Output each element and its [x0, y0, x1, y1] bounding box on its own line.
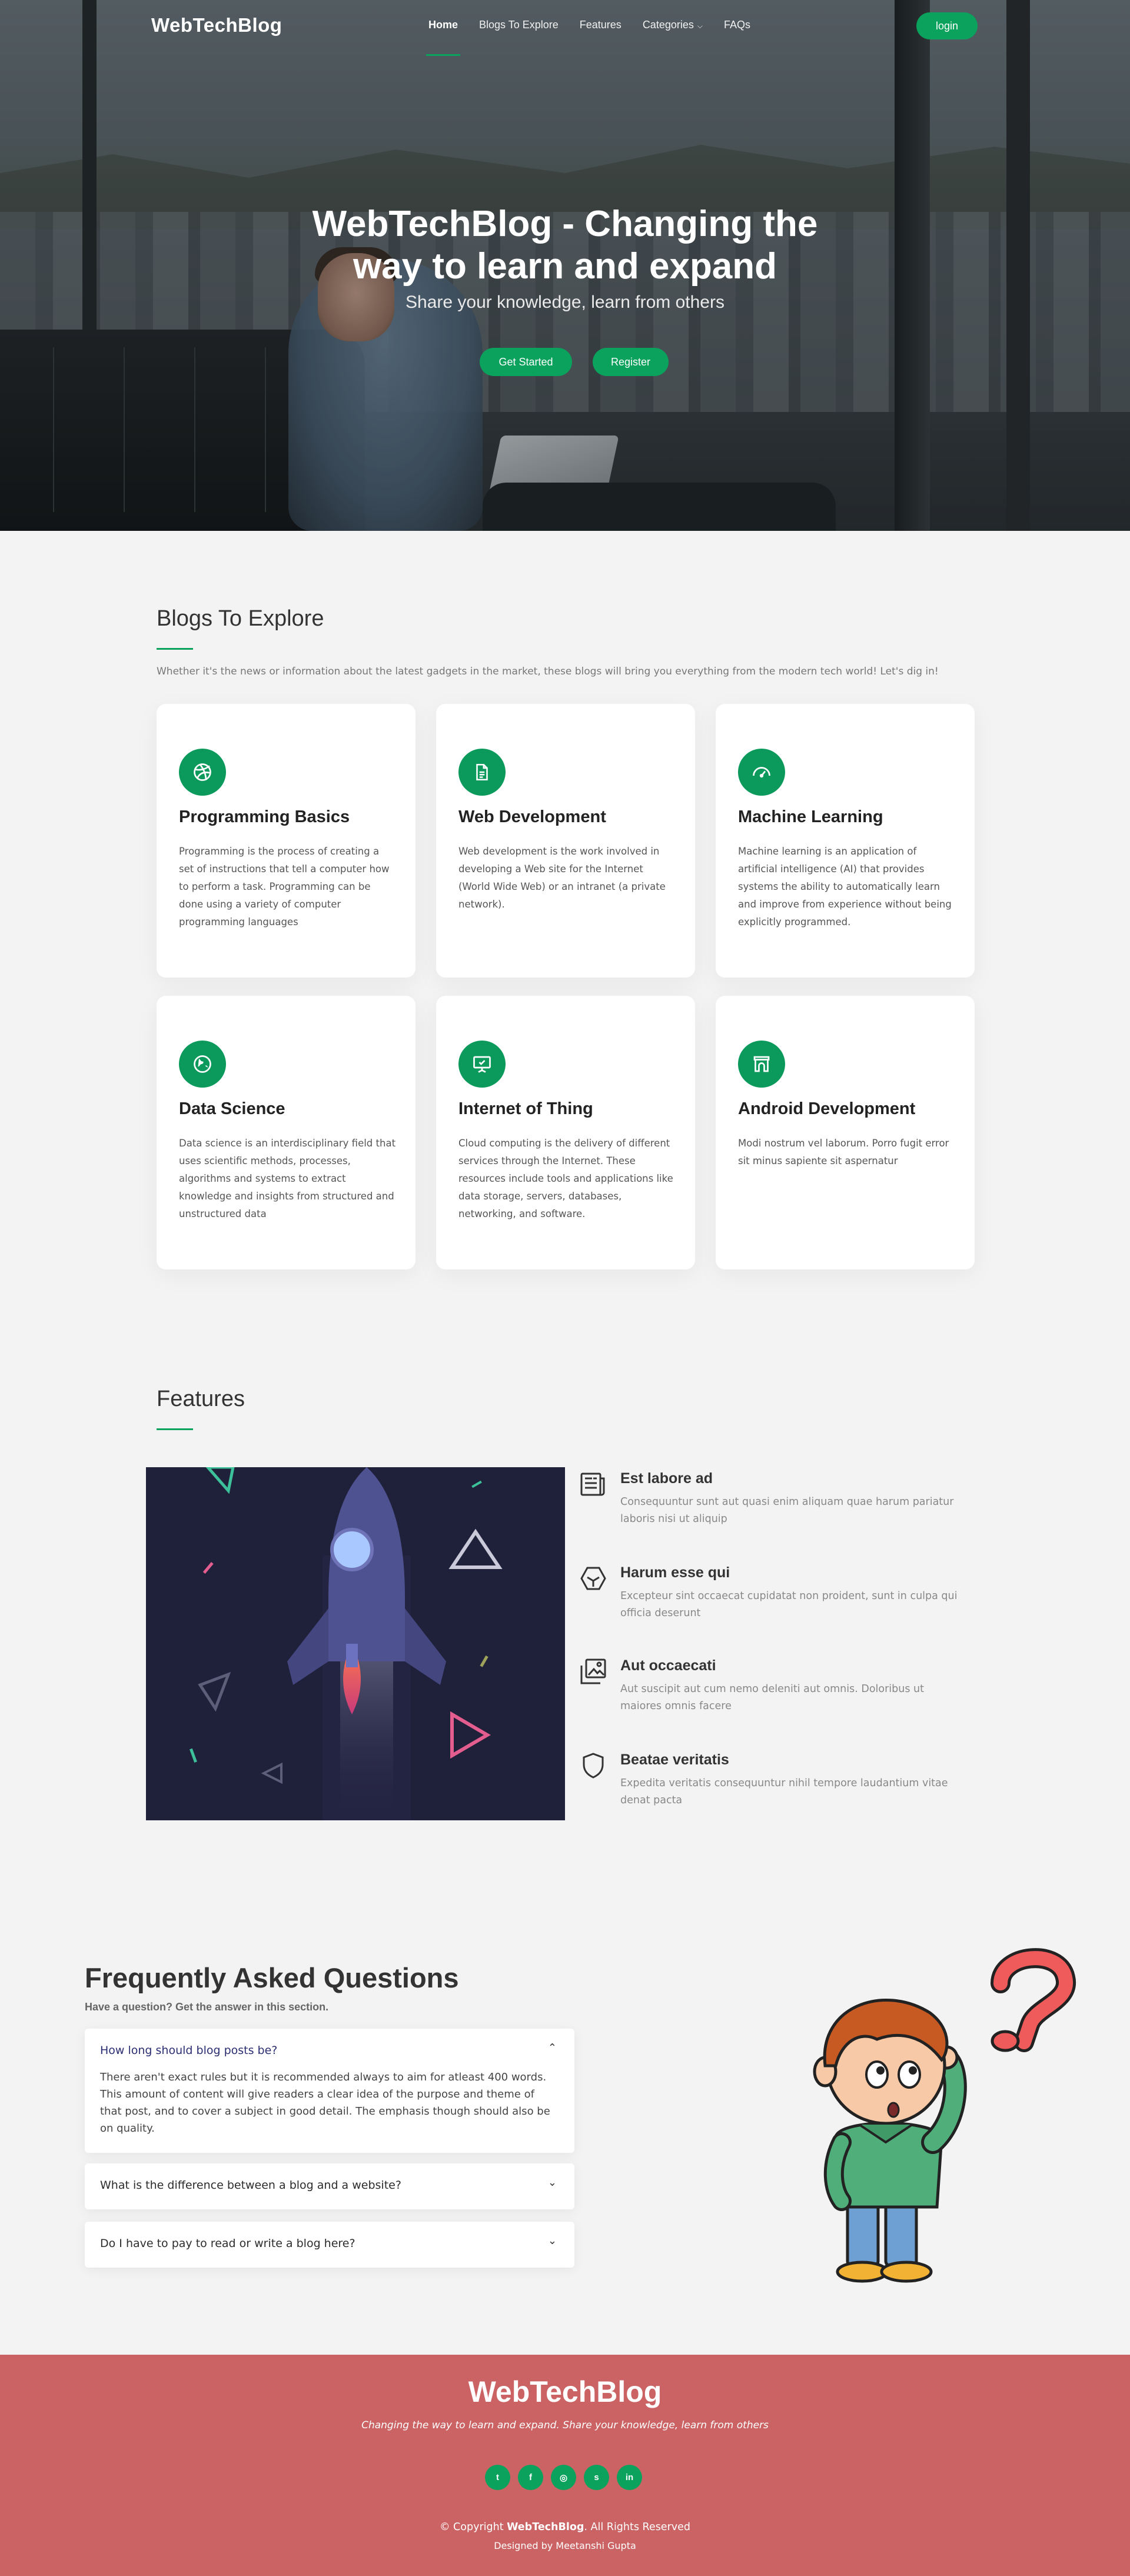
- blogs-title-underline: [157, 648, 193, 650]
- speedometer-icon: [738, 749, 785, 796]
- presentation-icon: [458, 1041, 506, 1088]
- instagram-icon[interactable]: ◎: [551, 2465, 576, 2490]
- nav-categories-label: Categories: [642, 19, 694, 31]
- nav-home-label: Home: [428, 19, 458, 31]
- copyright-suffix: . All Rights Reserved: [584, 2521, 691, 2533]
- feature-item: Beatae veritatis Expedita veritatis cons…: [577, 1747, 989, 1817]
- faq-question[interactable]: Do I have to pay to read or write a blog…: [100, 2237, 355, 2250]
- faq-title: Frequently Asked Questions: [85, 1962, 459, 1994]
- card-title: Data Science: [179, 1099, 285, 1118]
- faq-item[interactable]: What is the difference between a blog an…: [85, 2163, 574, 2209]
- copyright-brand: WebTechBlog: [507, 2521, 584, 2533]
- hero-subtitle: Share your knowledge, learn from others: [406, 292, 724, 312]
- nav-features-link[interactable]: Features: [580, 19, 622, 31]
- chevron-up-icon[interactable]: ⌃: [548, 2042, 557, 2054]
- card-text: Data science is an interdisciplinary fie…: [179, 1138, 396, 1219]
- feature-title: Harum esse qui: [620, 1564, 730, 1581]
- skype-icon[interactable]: s: [584, 2465, 609, 2490]
- card-title: Android Development: [738, 1099, 916, 1118]
- blog-card-data-science[interactable]: Data Science Data science is an interdis…: [157, 996, 416, 1269]
- chevron-down-icon[interactable]: ⌄: [548, 2235, 557, 2247]
- feature-text: Expedita veritatis consequuntur nihil te…: [620, 1777, 948, 1806]
- nav-features-label: Features: [579, 19, 622, 31]
- footer-brand: WebTechBlog: [468, 2375, 662, 2408]
- feature-title: Aut occaecati: [620, 1657, 716, 1674]
- card-title: Machine Learning: [738, 807, 883, 826]
- feature-item: Aut occaecati Aut suscipit aut cum nemo …: [577, 1653, 989, 1723]
- nav-faqs-label: FAQs: [723, 19, 750, 31]
- card-text: Cloud computing is the delivery of diffe…: [458, 1138, 673, 1219]
- thinking-boy-illustration: [783, 1942, 1089, 2289]
- archway-icon: [738, 1041, 785, 1088]
- twitter-icon[interactable]: t: [485, 2465, 510, 2490]
- blog-card-android-development[interactable]: Android Development Modi nostrum vel lab…: [716, 996, 975, 1269]
- nav-faqs-link[interactable]: FAQs: [724, 19, 750, 31]
- features-title-underline: [157, 1428, 193, 1430]
- footer-copyright: © Copyright WebTechBlog. All Rights Rese…: [0, 2521, 1130, 2533]
- card-title: Web Development: [458, 807, 606, 826]
- faq-answer: There aren't exact rules but it is recom…: [100, 2071, 550, 2135]
- faq-item[interactable]: Do I have to pay to read or write a blog…: [85, 2222, 574, 2268]
- newspaper-icon: [579, 1470, 607, 1498]
- top-navbar: WebTechBlog Home Blogs To Explore Featur…: [0, 0, 1130, 56]
- register-button[interactable]: Register: [593, 348, 669, 376]
- card-text: Web development is the work involved in …: [458, 846, 666, 910]
- file-text-icon: [458, 749, 506, 796]
- card-text: Programming is the process of creating a…: [179, 846, 390, 928]
- faq-question[interactable]: What is the difference between a blog an…: [100, 2179, 401, 2192]
- features-title: Features: [157, 1387, 245, 1411]
- feature-text: Excepteur sint occaecat cupidatat non pr…: [620, 1590, 958, 1619]
- hero-title: WebTechBlog - Changing the way to learn …: [312, 204, 818, 287]
- footer-social-links: t f ◎ s in: [485, 2465, 642, 2490]
- hero-buttons: Get Started Register: [0, 348, 1130, 377]
- hexagon-cube-icon: [579, 1564, 607, 1593]
- faq-subtitle: Have a question? Get the answer in this …: [85, 2001, 329, 2013]
- globe-icon: [179, 1041, 226, 1088]
- nav-menu: Home Blogs To Explore Features Categorie…: [426, 19, 772, 56]
- facebook-icon[interactable]: f: [518, 2465, 543, 2490]
- blog-card-machine-learning[interactable]: Machine Learning Machine learning is an …: [716, 704, 975, 978]
- faq-title-bold: Questions: [323, 1962, 459, 1993]
- feature-item: Harum esse qui Excepteur sint occaecat c…: [577, 1560, 989, 1630]
- chevron-down-icon: ⌵: [697, 22, 703, 30]
- blog-card-web-development[interactable]: Web Development Web development is the w…: [436, 704, 695, 978]
- feature-title: Est labore ad: [620, 1470, 713, 1487]
- dribbble-icon: [179, 749, 226, 796]
- feature-text: Consequuntur sunt aut quasi enim aliquam…: [620, 1496, 954, 1525]
- login-button[interactable]: login: [916, 12, 978, 39]
- faq-item-open[interactable]: How long should blog posts be? ⌃ There a…: [85, 2029, 574, 2153]
- copyright-prefix: © Copyright: [439, 2521, 507, 2533]
- card-title: Internet of Thing: [458, 1099, 593, 1118]
- footer: WebTechBlog Changing the way to learn an…: [0, 2355, 1130, 2576]
- faq-question[interactable]: How long should blog posts be?: [100, 2044, 277, 2057]
- blog-card-programming[interactable]: Programming Basics Programming is the pr…: [157, 704, 416, 978]
- linkedin-icon[interactable]: in: [617, 2465, 642, 2490]
- blog-card-internet-of-thing[interactable]: Internet of Thing Cloud computing is the…: [436, 996, 695, 1269]
- shield-icon: [579, 1751, 607, 1780]
- footer-tagline: Changing the way to learn and expand. Sh…: [361, 2419, 769, 2431]
- card-text: Modi nostrum vel laborum. Porro fugit er…: [738, 1138, 949, 1166]
- get-started-button[interactable]: Get Started: [480, 348, 572, 376]
- footer-designed-by: Designed by Meetanshi Gupta: [494, 2540, 636, 2551]
- nav-blogs-label: Blogs To Explore: [479, 19, 559, 31]
- feature-title: Beatae veritatis: [620, 1751, 729, 1768]
- nav-categories-dropdown[interactable]: Categories ⌵: [643, 19, 703, 31]
- feature-text: Aut suscipit aut cum nemo deleniti aut o…: [620, 1683, 925, 1712]
- card-title: Programming Basics: [179, 807, 350, 826]
- feature-item: Est labore ad Consequuntur sunt aut quas…: [577, 1465, 989, 1536]
- brand-logo[interactable]: WebTechBlog: [151, 14, 282, 36]
- nav-blogs-link[interactable]: Blogs To Explore: [479, 19, 559, 31]
- hero-section: WebTechBlog Home Blogs To Explore Featur…: [0, 0, 1130, 531]
- images-icon: [579, 1657, 607, 1686]
- chevron-down-icon[interactable]: ⌄: [548, 2176, 557, 2189]
- hero-content: WebTechBlog - Changing the way to learn …: [0, 203, 1130, 376]
- nav-home-link[interactable]: Home: [426, 19, 461, 56]
- card-text: Machine learning is an application of ar…: [738, 846, 952, 928]
- blogs-title: Blogs To Explore: [157, 606, 324, 631]
- faq-title-light: Frequently Asked: [85, 1962, 324, 1993]
- rocket-illustration: [146, 1467, 565, 1820]
- blogs-intro: Whether it's the news or information abo…: [157, 666, 939, 677]
